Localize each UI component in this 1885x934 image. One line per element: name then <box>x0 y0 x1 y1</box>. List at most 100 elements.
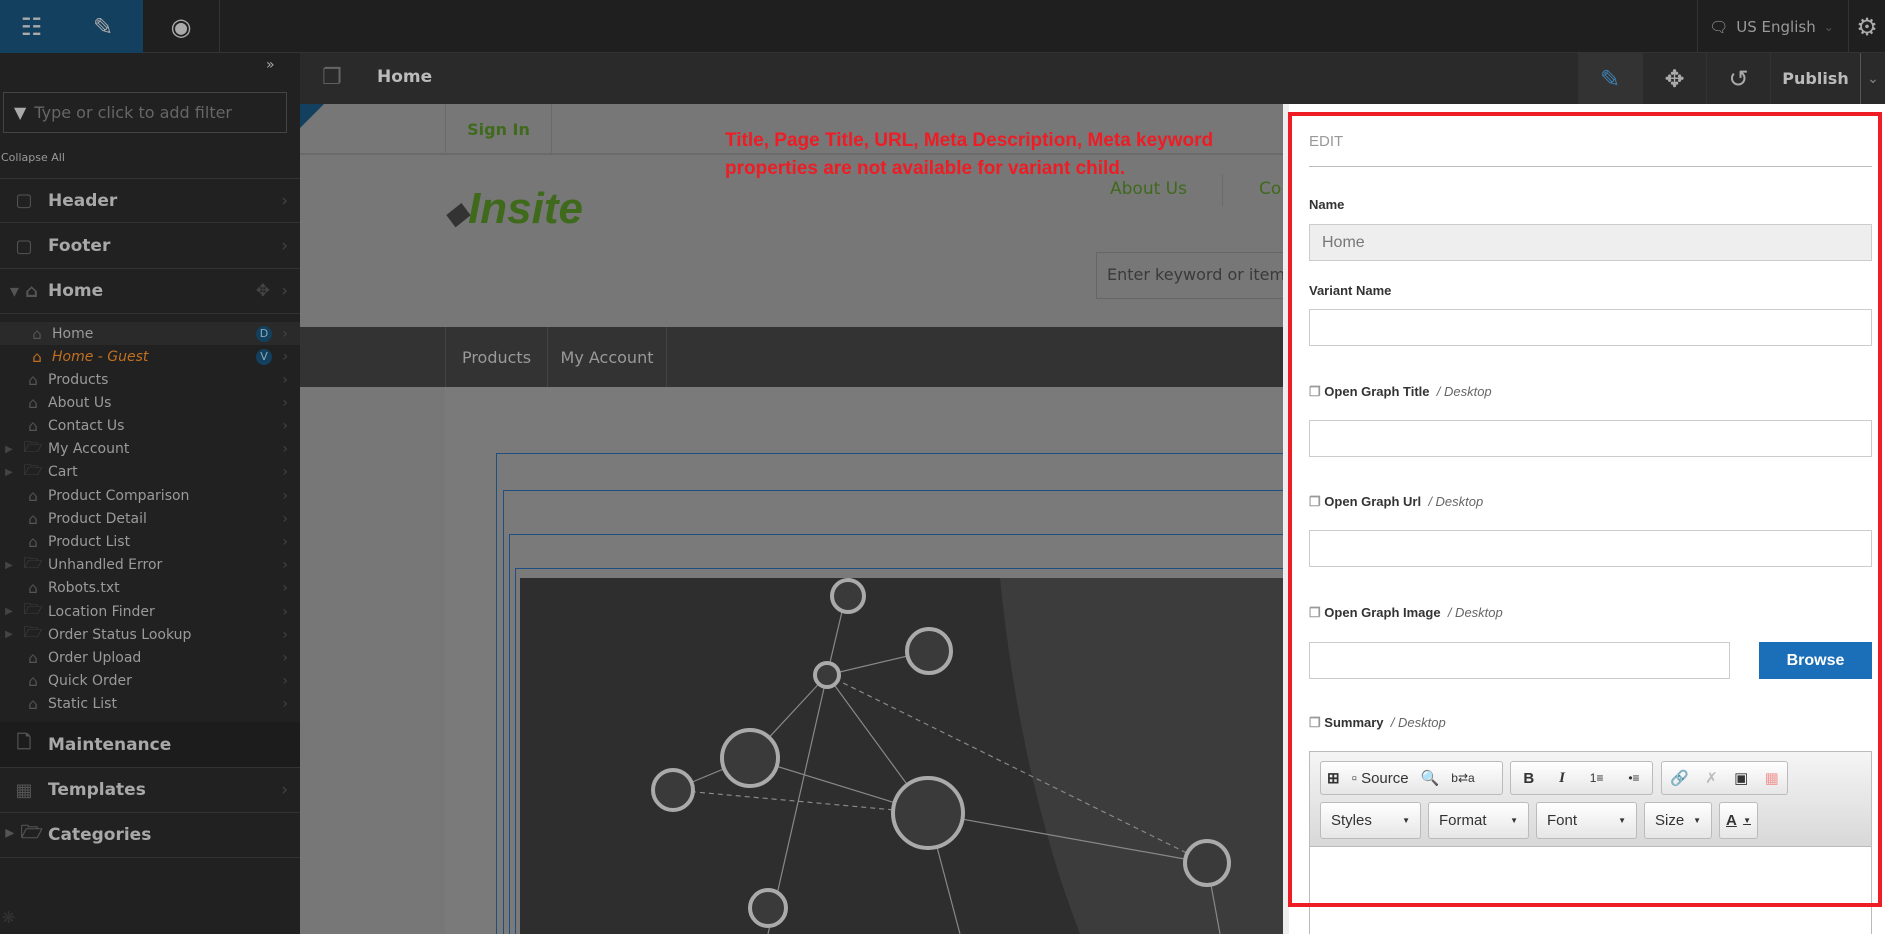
expand-arrow-icon[interactable]: ▶ <box>0 560 18 571</box>
sign-in-link[interactable]: Sign In <box>445 104 552 155</box>
tree-item-page[interactable]: ⌂ Product Comparison › <box>0 484 300 507</box>
history-button[interactable]: ↺ <box>1706 53 1770 104</box>
nav-products[interactable]: Products <box>445 327 548 387</box>
replace-icon[interactable]: b⇄a <box>1445 764 1480 792</box>
sidebar-section-maintenance[interactable]: 🗋 Maintenance <box>0 722 300 768</box>
format-dropdown[interactable]: Format ▼ <box>1428 802 1529 839</box>
language-selector[interactable]: 🗨 US English ⌄ <box>1697 0 1845 53</box>
collapse-all-link[interactable]: Collapse All <box>1 151 65 164</box>
italic-icon[interactable]: I <box>1553 764 1571 792</box>
dropdown-caret-icon: ▼ <box>1743 816 1751 825</box>
chevron-right-icon: › <box>282 417 288 434</box>
og-image-label: ❐ Open Graph Image / Desktop <box>1309 605 1503 621</box>
expand-arrow-icon[interactable]: ▶ <box>0 606 18 617</box>
variant-badge: V <box>256 348 272 365</box>
toolbar-group-insert: 🔗 ✗ ▣ ▦ <box>1661 761 1788 795</box>
tree-item-page[interactable]: ▶ 🗁 Unhandled Error › <box>0 554 300 577</box>
add-icon[interactable]: ⊞ <box>1321 764 1346 792</box>
contact-link[interactable]: Co <box>1222 174 1283 206</box>
find-icon[interactable]: 🔍 <box>1415 764 1446 792</box>
tree-item-page[interactable]: ▶ 🗁 My Account › <box>0 438 300 461</box>
item-label: Static List <box>48 696 117 713</box>
font-dropdown[interactable]: Font ▼ <box>1536 802 1637 839</box>
move-icon[interactable]: ✥ <box>256 281 270 301</box>
browse-button[interactable]: Browse <box>1759 642 1872 679</box>
text-color-button[interactable]: A ▼ <box>1719 802 1758 839</box>
chevron-right-icon: › <box>282 487 288 504</box>
device-label: / Desktop <box>1436 384 1492 399</box>
variant-name-field[interactable] <box>1309 309 1872 346</box>
expand-arrow-icon[interactable]: ▶ <box>0 467 18 478</box>
section-label: Templates <box>48 780 146 800</box>
publish-dropdown-chevron-icon[interactable]: ⌄ <box>1860 53 1885 104</box>
copy-icon: ❐ <box>1309 384 1321 399</box>
editor-content-area[interactable] <box>1310 848 1871 933</box>
eye-icon[interactable]: ◉ <box>143 0 220 53</box>
bug-icon[interactable]: ❋ <box>2 908 15 927</box>
og-url-field[interactable] <box>1309 530 1872 567</box>
expand-arrow-icon[interactable]: ▶ <box>0 629 18 640</box>
sitemap-icon[interactable]: ☷ <box>0 0 63 53</box>
editor-toolbar: ⊞ ▫ Source 🔍 b⇄a B I 1≡ •≡ 🔗 ✗ ▣ ▦ Style… <box>1310 752 1871 847</box>
pencil-icon[interactable]: ✎ <box>63 0 143 53</box>
publish-button[interactable]: Publish <box>1770 53 1860 104</box>
dropdown-label: Font <box>1547 812 1578 829</box>
edit-content-button[interactable]: ✎ <box>1578 53 1642 104</box>
tree-item-page[interactable]: ▶ 🗁 Order Status Lookup › <box>0 623 300 646</box>
unlink-icon[interactable]: ✗ <box>1699 764 1724 792</box>
folder-icon: 🗁 <box>23 460 43 479</box>
expand-arrow-icon[interactable]: ▶ <box>0 444 18 455</box>
tree-item-home-default[interactable]: ⌂ Home D › <box>0 322 300 345</box>
styles-dropdown[interactable]: Styles ▼ <box>1320 802 1421 839</box>
label-text: Open Graph Image <box>1324 605 1441 620</box>
chevron-right-icon: › <box>282 533 288 550</box>
tree-item-page[interactable]: ⌂ Quick Order › <box>0 670 300 693</box>
expand-sidebar-icon[interactable]: » <box>266 57 275 73</box>
tree-item-page[interactable]: ⌂ Products › <box>0 368 300 391</box>
home-icon: ⌂ <box>32 324 42 343</box>
image-icon[interactable]: ▣ <box>1728 764 1754 792</box>
chevron-right-icon: › <box>282 510 288 527</box>
tree-item-home-guest[interactable]: ⌂ Home - Guest V › <box>0 345 300 368</box>
dropdown-caret-icon: ▼ <box>1402 816 1410 825</box>
home-icon: ⌂ <box>28 672 38 691</box>
insite-logo[interactable]: ◆Insite <box>445 184 583 234</box>
gear-icon[interactable]: ⚙ <box>1848 0 1885 53</box>
og-title-field[interactable] <box>1309 420 1872 457</box>
tree-item-page[interactable]: ▶ 🗁 Location Finder › <box>0 600 300 623</box>
source-icon: ▫ <box>1351 769 1357 787</box>
og-image-field[interactable] <box>1309 642 1730 679</box>
tree-item-page[interactable]: ⌂ Product Detail › <box>0 507 300 530</box>
tree-item-page[interactable]: ⌂ Robots.txt › <box>0 577 300 600</box>
sidebar-section-header[interactable]: ▢ Header › <box>0 178 300 223</box>
sidebar-section-templates[interactable]: ▦ Templates › <box>0 768 300 813</box>
tree-item-page[interactable]: ⌂ About Us › <box>0 391 300 414</box>
bold-icon[interactable]: B <box>1517 764 1540 792</box>
size-dropdown[interactable]: Size ▼ <box>1644 802 1712 839</box>
numbered-list-icon[interactable]: 1≡ <box>1584 764 1610 792</box>
panel-resize-handle[interactable] <box>1283 104 1289 934</box>
move-button[interactable]: ✥ <box>1642 53 1706 104</box>
bulleted-list-icon[interactable]: •≡ <box>1622 764 1645 792</box>
sidebar-section-footer[interactable]: ▢ Footer › <box>0 224 300 269</box>
item-label: Products <box>48 371 109 388</box>
source-button[interactable]: ▫ Source <box>1346 764 1415 792</box>
document-icon: 🗋 <box>16 731 32 753</box>
dropdown-caret-icon: ▼ <box>1618 816 1626 825</box>
flash-icon[interactable]: ▦ <box>1759 764 1785 792</box>
filter-input[interactable]: ▼ Type or click to add filter <box>3 92 287 133</box>
tree-item-page[interactable]: ⌂ Order Upload › <box>0 646 300 669</box>
name-field[interactable]: Home <box>1309 224 1872 261</box>
tree-item-page[interactable]: ▶ 🗁 Cart › <box>0 461 300 484</box>
tree-item-page[interactable]: ⌂ Static List › <box>0 693 300 716</box>
item-label: Order Status Lookup <box>48 626 192 643</box>
nav-my-account[interactable]: My Account <box>548 327 667 387</box>
tree-item-page[interactable]: ⌂ Contact Us › <box>0 414 300 437</box>
chevron-right-icon: › <box>282 696 288 713</box>
tree-item-page[interactable]: ⌂ Product List › <box>0 530 300 553</box>
header-icon: ▢ <box>15 190 33 211</box>
sidebar-section-home[interactable]: ▾ ⌂ Home ✥ › <box>0 269 300 314</box>
link-icon[interactable]: 🔗 <box>1664 764 1695 792</box>
sidebar-section-categories[interactable]: ▸ 🗁 Categories <box>0 813 300 858</box>
product-search-input[interactable]: Enter keyword or item # <box>1096 252 1283 299</box>
